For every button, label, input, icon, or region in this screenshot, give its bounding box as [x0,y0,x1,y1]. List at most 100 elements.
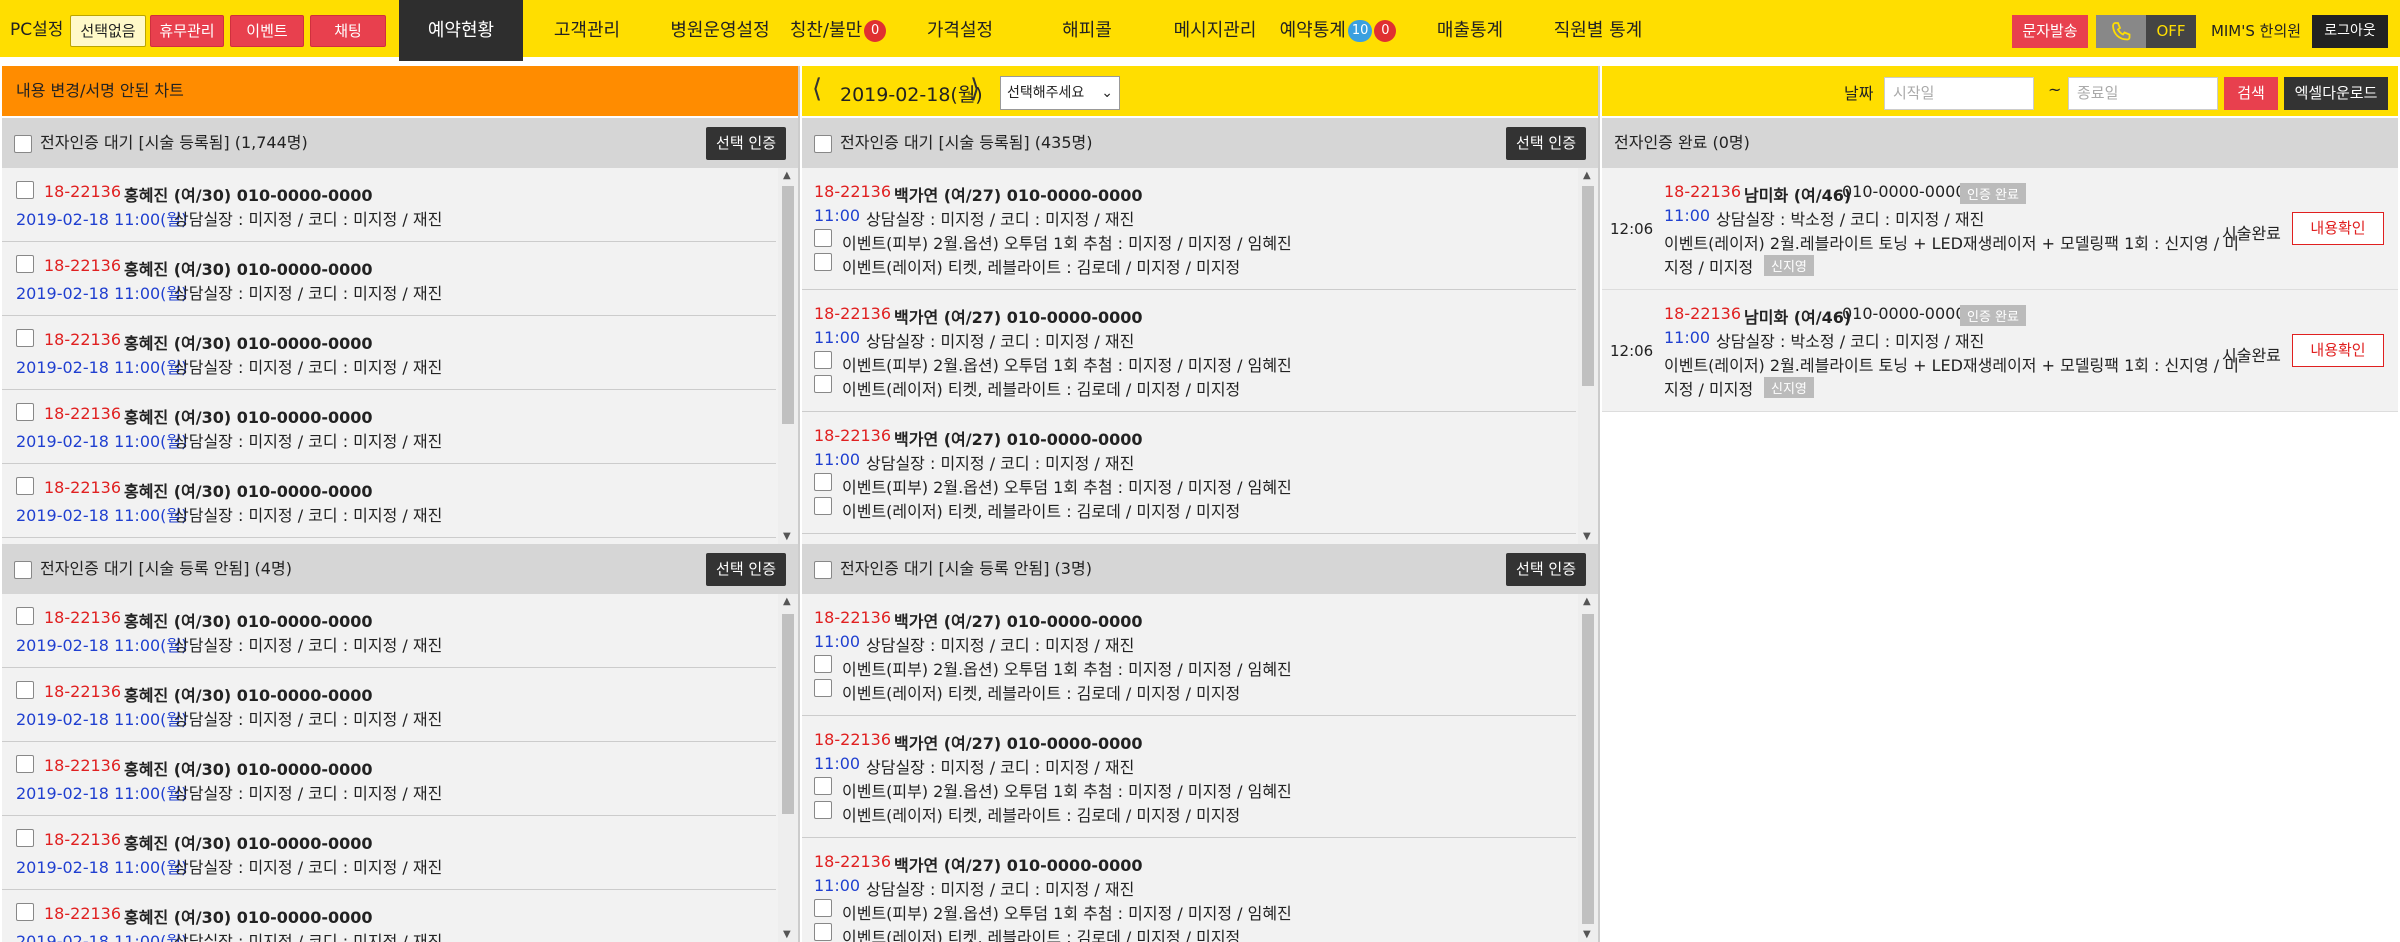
scrollbar[interactable]: ▲ ▼ [1578,168,1598,544]
chat-button[interactable]: 채팅 [310,15,386,47]
chart-number[interactable]: 18-22136 [814,304,891,323]
procedure-checkbox[interactable] [814,655,832,673]
next-date-icon[interactable]: ⟩ [970,74,980,104]
select-all-checkbox[interactable] [14,560,32,579]
chart-number[interactable]: 18-22136 [44,330,121,349]
row-checkbox[interactable] [16,181,34,199]
chart-number[interactable]: 18-22136 [814,426,891,445]
chart-number[interactable]: 18-22136 [814,730,891,749]
scrollbar-thumb[interactable] [782,614,794,814]
nav-price-settings[interactable]: 가격설정 [910,0,1010,61]
row-checkbox[interactable] [16,829,34,847]
list-item[interactable]: 18-22136 백가연 (여/27) 010-0000-0000 11:00 … [802,168,1576,290]
list-item[interactable]: 18-22136 홍혜진 (여/30) 010-0000-0000 2019-0… [2,242,776,316]
select-auth-button[interactable]: 선택 인증 [706,553,786,586]
procedure-checkbox[interactable] [814,375,832,393]
procedure-checkbox[interactable] [814,473,832,491]
list-item[interactable]: 18-22136 홍혜진 (여/30) 010-0000-0000 2019-0… [2,742,776,816]
scroll-up-icon[interactable]: ▲ [783,170,791,181]
start-date-input[interactable]: 시작일 [1884,77,2034,110]
select-auth-button[interactable]: 선택 인증 [1506,553,1586,586]
row-checkbox[interactable] [16,255,34,273]
procedure-checkbox[interactable] [814,923,832,941]
procedure-checkbox[interactable] [814,777,832,795]
nav-compliments[interactable]: 칭찬/불만 0 [788,0,888,61]
view-detail-button[interactable]: 내용확인 [2292,334,2384,367]
chart-number[interactable]: 18-22136 [44,830,121,849]
nav-message-manage[interactable]: 메시지관리 [1160,0,1270,61]
holiday-manage-button[interactable]: 휴무관리 [150,15,224,47]
nav-customer-manage[interactable]: 고객관리 [535,0,639,61]
scrollbar[interactable]: ▲ ▼ [1578,594,1598,942]
excel-download-button[interactable]: 엑셀다운로드 [2284,77,2388,110]
list-item[interactable]: 18-22136 홍혜진 (여/30) 010-0000-0000 2019-0… [2,668,776,742]
chart-number[interactable]: 18-22136 [814,608,891,627]
call-off-toggle[interactable]: OFF [2146,15,2196,48]
nav-sales-stats[interactable]: 매출통계 [1420,0,1520,61]
row-checkbox[interactable] [16,755,34,773]
nav-reservation-status[interactable]: 예약현황 [399,0,523,61]
list-item[interactable]: 18-22136 홍혜진 (여/30) 010-0000-0000 2019-0… [2,816,776,890]
procedure-checkbox[interactable] [814,801,832,819]
chart-number[interactable]: 18-22136 [1664,304,1741,323]
procedure-checkbox[interactable] [814,679,832,697]
scroll-up-icon[interactable]: ▲ [1583,170,1591,181]
procedure-checkbox[interactable] [814,229,832,247]
row-checkbox[interactable] [16,681,34,699]
staff-select[interactable]: 선택해주세요 ⌄ [1000,76,1120,110]
chart-number[interactable]: 18-22136 [44,182,121,201]
list-item[interactable]: 18-22136 백가연 (여/27) 010-0000-0000 11:00 … [802,838,1576,942]
completed-item[interactable]: 12:06 18-22136 남미화 (여/46) 010-0000-0000 … [1602,290,2398,412]
list-item[interactable]: 18-22136 홍혜진 (여/30) 010-0000-0000 2019-0… [2,890,776,942]
scrollbar-thumb[interactable] [782,186,794,424]
list-item[interactable]: 18-22136 홍혜진 (여/30) 010-0000-0000 2019-0… [2,594,776,668]
pc-settings-link[interactable]: PC설정 [10,0,63,61]
select-auth-button[interactable]: 선택 인증 [706,127,786,160]
prev-date-icon[interactable]: ⟨ [812,74,822,104]
phone-icon[interactable] [2096,15,2146,48]
chart-number[interactable]: 18-22136 [44,256,121,275]
procedure-checkbox[interactable] [814,253,832,271]
scrollbar-thumb[interactable] [1582,186,1594,386]
select-auth-button[interactable]: 선택 인증 [1506,127,1586,160]
list-item[interactable]: 18-22136 백가연 (여/27) 010-0000-0000 11:00 … [802,290,1576,412]
select-all-checkbox[interactable] [814,134,832,153]
view-detail-button[interactable]: 내용확인 [2292,212,2384,245]
procedure-checkbox[interactable] [814,351,832,369]
chart-number[interactable]: 18-22136 [814,852,891,871]
scrollbar[interactable]: ▲ ▼ [778,168,798,544]
list-item[interactable]: 18-22136 백가연 (여/27) 010-0000-0000 11:00 … [802,716,1576,838]
scroll-up-icon[interactable]: ▲ [783,596,791,607]
chart-number[interactable]: 18-22136 [44,478,121,497]
chart-number[interactable]: 18-22136 [1664,182,1741,201]
row-checkbox[interactable] [16,903,34,921]
nav-hospital-settings[interactable]: 병원운영설정 [650,0,790,61]
sms-send-button[interactable]: 문자발송 [2012,15,2088,48]
scrollbar[interactable]: ▲ ▼ [778,594,798,942]
scroll-up-icon[interactable]: ▲ [1583,596,1591,607]
chart-number[interactable]: 18-22136 [814,182,891,201]
end-date-input[interactable]: 종료일 [2068,77,2218,110]
scroll-down-icon[interactable]: ▼ [1583,531,1591,542]
chart-number[interactable]: 18-22136 [44,682,121,701]
list-item[interactable]: 18-22136 홍혜진 (여/30) 010-0000-0000 2019-0… [2,316,776,390]
nav-staff-stats[interactable]: 직원별 통계 [1535,0,1661,61]
select-all-checkbox[interactable] [814,560,832,579]
nav-reservation-stats[interactable]: 예약통계 10 0 [1275,0,1401,61]
list-item[interactable]: 18-22136 홍혜진 (여/30) 010-0000-0000 2019-0… [2,168,776,242]
search-button[interactable]: 검색 [2224,77,2278,110]
chart-number[interactable]: 18-22136 [44,404,121,423]
scroll-down-icon[interactable]: ▼ [1583,929,1591,940]
row-checkbox[interactable] [16,403,34,421]
list-item[interactable]: 18-22136 백가연 (여/27) 010-0000-0000 11:00 … [802,412,1576,534]
chart-number[interactable]: 18-22136 [44,756,121,775]
none-select-button[interactable]: 선택없음 [70,15,146,47]
list-item[interactable]: 18-22136 홍혜진 (여/30) 010-0000-0000 2019-0… [2,390,776,464]
list-item[interactable]: 18-22136 홍혜진 (여/30) 010-0000-0000 2019-0… [2,464,776,538]
row-checkbox[interactable] [16,329,34,347]
scrollbar-thumb[interactable] [1582,614,1594,924]
procedure-checkbox[interactable] [814,497,832,515]
scroll-down-icon[interactable]: ▼ [783,531,791,542]
select-all-checkbox[interactable] [14,134,32,153]
chart-number[interactable]: 18-22136 [44,608,121,627]
